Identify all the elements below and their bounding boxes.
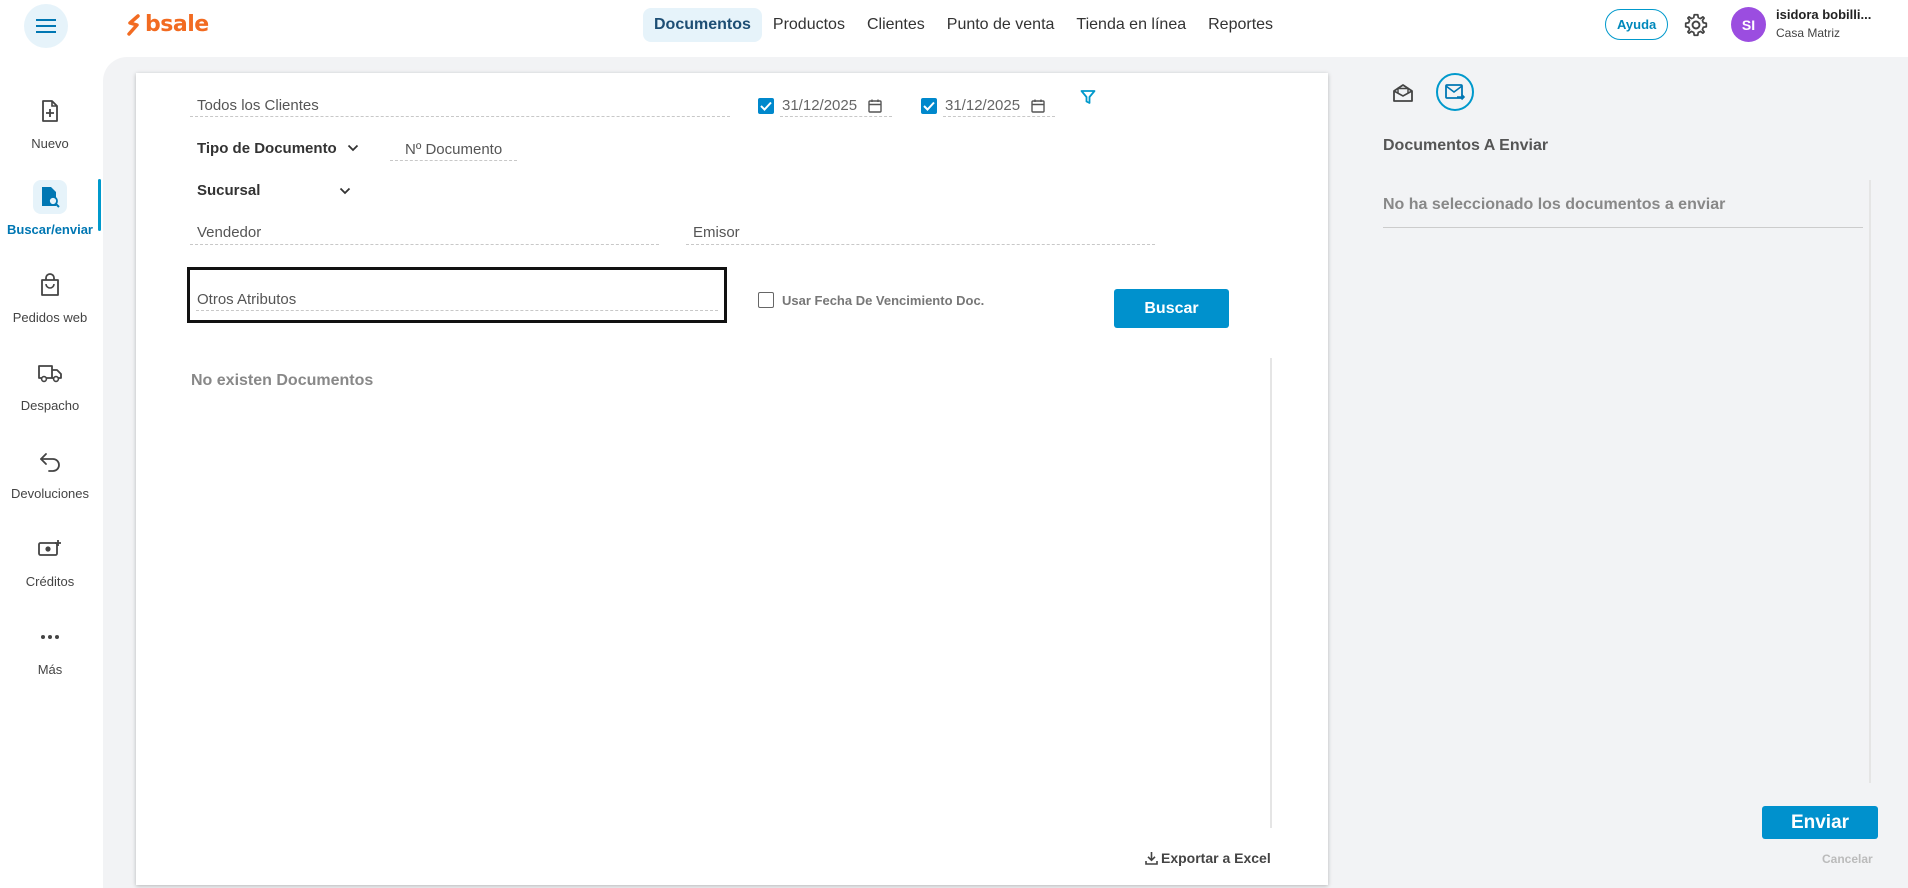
calendar-icon[interactable] <box>1031 99 1045 113</box>
sidebar-item-label: Devoluciones <box>10 486 90 501</box>
branch-select[interactable]: Sucursal <box>197 182 260 199</box>
due-date-label: Usar Fecha De Vencimiento Doc. <box>782 293 985 308</box>
search-panel <box>136 73 1328 885</box>
sidebar-item-pedidos-web[interactable]: Pedidos web <box>0 268 100 348</box>
calendar-icon[interactable] <box>868 99 882 113</box>
nav-reportes[interactable]: Reportes <box>1197 8 1284 42</box>
divider <box>1383 227 1863 228</box>
doc-type-select[interactable]: Tipo de Documento <box>197 140 337 157</box>
send-panel-title: Documentos A Enviar <box>1383 137 1549 154</box>
date-to-value: 31/12/2025 <box>945 97 1021 114</box>
search-button[interactable]: Buscar <box>1114 289 1229 328</box>
shopping-bag-icon <box>33 268 67 302</box>
download-icon <box>1145 852 1158 865</box>
nav-documentos[interactable]: Documentos <box>643 8 762 42</box>
export-excel-link[interactable]: Exportar a Excel <box>1145 850 1271 866</box>
search-document-icon <box>33 180 67 214</box>
issuer-input[interactable] <box>686 219 1155 245</box>
nav-clientes[interactable]: Clientes <box>856 8 936 42</box>
credit-money-icon <box>33 532 67 566</box>
sidebar-item-mas[interactable]: Más <box>0 620 100 700</box>
user-branch: Casa Matriz <box>1776 26 1841 40</box>
chevron-down-icon[interactable] <box>339 187 351 195</box>
menu-icon[interactable] <box>24 4 68 48</box>
sidebar-item-label: Más <box>37 662 63 677</box>
top-nav: Documentos Productos Clientes Punto de v… <box>643 8 1284 42</box>
sidebar-item-creditos[interactable]: Créditos <box>0 532 100 612</box>
client-input-placeholder: Todos los Clientes <box>197 97 319 114</box>
send-mail-icon[interactable] <box>1436 73 1474 111</box>
nav-tienda-en-linea[interactable]: Tienda en línea <box>1065 8 1197 42</box>
nav-punto-de-venta[interactable]: Punto de venta <box>936 8 1066 42</box>
logo[interactable]: bsale <box>126 12 209 37</box>
sidebar-item-despacho[interactable]: Despacho <box>0 356 100 436</box>
truck-icon <box>33 356 67 390</box>
nav-productos[interactable]: Productos <box>762 8 856 42</box>
export-label: Exportar a Excel <box>1161 850 1271 866</box>
filter-icon[interactable] <box>1080 89 1096 105</box>
chevron-down-icon[interactable] <box>347 144 359 152</box>
logo-text: bsale <box>145 12 209 37</box>
more-dots-icon <box>33 620 67 654</box>
top-header: bsale Documentos Productos Clientes Punt… <box>0 0 1908 48</box>
open-mail-icon[interactable] <box>1384 74 1422 112</box>
avatar[interactable]: SI <box>1731 7 1766 42</box>
sidebar-item-label: Buscar/enviar <box>7 222 93 237</box>
user-name[interactable]: isidora bobilli... <box>1776 7 1871 22</box>
date-from-value: 31/12/2025 <box>782 97 858 114</box>
sidebar-item-nuevo[interactable]: Nuevo <box>0 94 100 174</box>
issuer-placeholder: Emisor <box>693 224 740 241</box>
help-button[interactable]: Ayuda <box>1605 9 1669 40</box>
other-attributes-placeholder: Otros Atributos <box>197 291 297 308</box>
sidebar-item-label: Nuevo <box>31 136 69 151</box>
gear-icon[interactable] <box>1683 12 1709 38</box>
sidebar-item-label: Pedidos web <box>12 310 88 325</box>
bsale-logo-icon <box>127 13 140 36</box>
date-from-checkbox[interactable] <box>758 98 774 114</box>
due-date-checkbox[interactable] <box>758 292 774 308</box>
empty-results-text: No existen Documentos <box>191 372 374 389</box>
sidebar-item-label: Créditos <box>25 574 75 589</box>
return-arrow-icon <box>33 444 67 478</box>
new-document-icon <box>33 94 67 128</box>
sidebar-item-label: Despacho <box>20 398 80 413</box>
results-scrollbar[interactable] <box>1270 358 1272 828</box>
date-to-checkbox[interactable] <box>921 98 937 114</box>
cancel-link[interactable]: Cancelar <box>1822 852 1873 866</box>
seller-placeholder: Vendedor <box>197 224 262 241</box>
active-indicator <box>98 179 101 231</box>
send-panel-scrollbar[interactable] <box>1869 180 1871 783</box>
doc-number-placeholder: Nº Documento <box>405 141 503 158</box>
send-panel-empty-text: No ha seleccionado los documentos a envi… <box>1383 196 1726 213</box>
sidebar-item-buscar-enviar[interactable]: Buscar/enviar <box>0 180 100 260</box>
send-button[interactable]: Enviar <box>1762 806 1878 839</box>
sidebar-item-devoluciones[interactable]: Devoluciones <box>0 444 100 524</box>
